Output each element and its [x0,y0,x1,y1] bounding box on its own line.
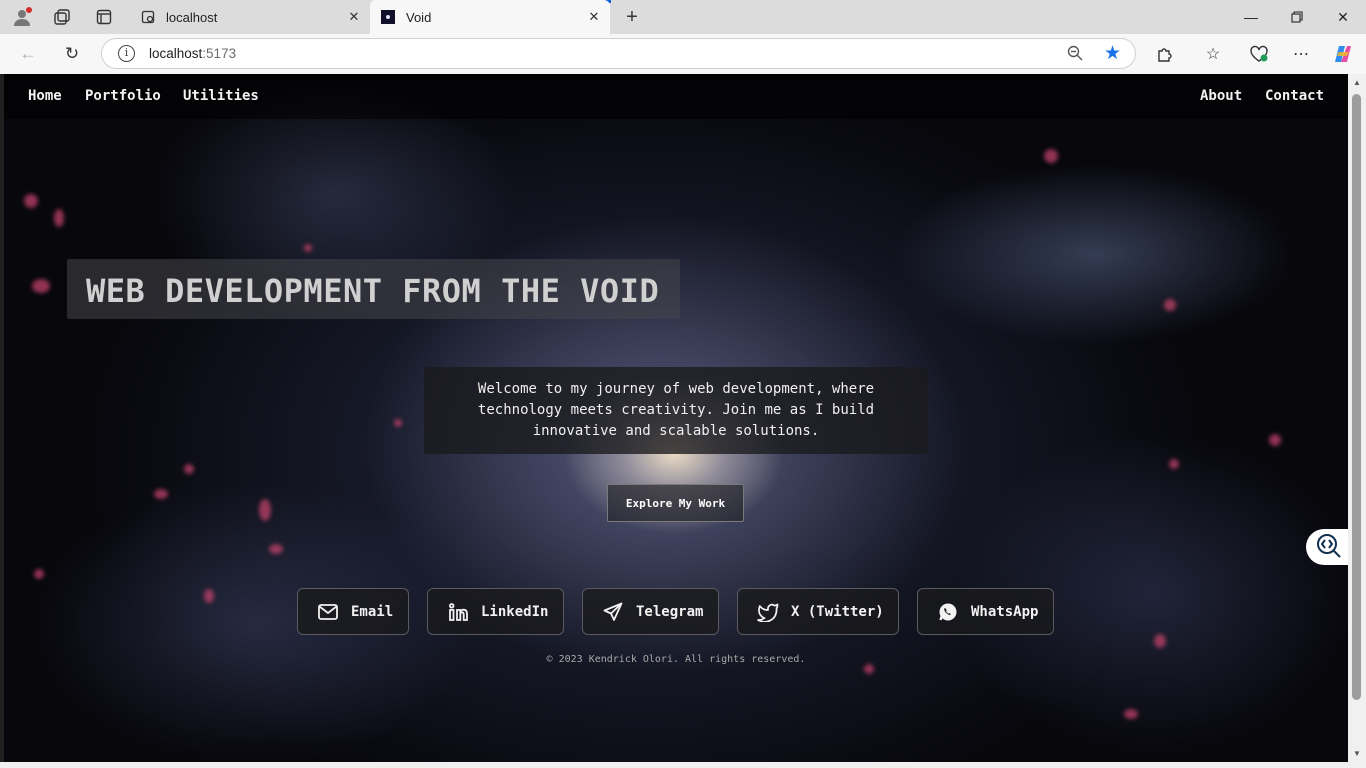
mail-icon [317,601,339,623]
nav-contact[interactable]: Contact [1265,88,1324,104]
linkedin-icon [447,601,469,623]
tab-localhost[interactable]: localhost ✕ [130,0,370,34]
browser-essentials-icon[interactable] [1246,43,1272,65]
page-viewport: Home Portfolio Utilities About Contact W… [4,74,1348,762]
visual-search-button[interactable] [1306,529,1350,565]
site-navbar: Home Portfolio Utilities About Contact [4,74,1348,119]
page-icon [140,9,156,25]
minimize-icon[interactable]: — [1236,6,1266,28]
twitter-icon [757,601,779,623]
nebula-speck [184,464,194,474]
nav-portfolio[interactable]: Portfolio [85,88,161,104]
welcome-text: Welcome to my journey of web development… [477,381,875,439]
nebula-speck [54,209,64,227]
social-label: Email [351,603,394,620]
nebula-speck [1154,634,1166,648]
favorite-star-icon[interactable]: ★ [1104,42,1121,65]
restore-icon[interactable] [1282,6,1312,28]
explore-my-work-button[interactable]: Explore My Work [607,484,744,522]
scrollbar-thumb[interactable] [1352,94,1361,700]
nebula-speck [1169,459,1179,469]
hero-title-box: WEB DEVELOPMENT FROM THE VOID [67,259,680,319]
site-info-icon[interactable]: i [118,45,135,62]
social-label: LinkedIn [481,603,549,620]
nebula-speck [34,569,44,579]
tab-void[interactable]: Void ✕ [370,0,610,34]
nebula-speck [864,664,874,674]
social-label: WhatsApp [971,603,1039,620]
hero-title: WEB DEVELOPMENT FROM THE VOID [86,272,660,310]
void-favicon [380,9,396,25]
nebula-speck [304,244,312,252]
nebula-speck [32,279,50,293]
browser-toolbar: ← ↻ i localhost:5173 ★ ☆ ⋯ [0,34,1366,74]
twitter-button[interactable]: X (Twitter) [737,588,899,635]
nebula-speck [1269,434,1281,446]
nebula-speck [269,544,283,554]
tab-bar: localhost ✕ Void ✕ + — ✕ [0,0,1366,34]
favorites-icon[interactable]: ☆ [1200,43,1226,65]
linkedin-button[interactable]: LinkedIn [427,588,564,635]
nav-about[interactable]: About [1200,88,1242,104]
nebula-speck [394,419,402,427]
tab-title: localhost [166,9,218,25]
refresh-icon[interactable]: ↻ [60,43,84,65]
email-button[interactable]: Email [297,588,409,635]
nebula-speck [24,194,38,208]
tab-title: Void [406,9,432,25]
scroll-up-icon[interactable]: ▲ [1353,78,1361,87]
copilot-icon[interactable] [1330,43,1356,65]
close-tab-icon[interactable]: ✕ [346,9,362,25]
back-icon[interactable]: ← [16,43,40,65]
telegram-icon [602,601,624,623]
visual-search-icon [1314,531,1342,564]
new-tab-icon[interactable]: + [620,5,644,29]
social-label: X (Twitter) [791,603,884,620]
telegram-button[interactable]: Telegram [582,588,719,635]
address-bar[interactable]: i localhost:5173 ★ [101,38,1136,69]
nebula-speck [259,499,271,521]
profile-icon[interactable] [10,6,34,28]
zoom-out-icon[interactable] [1067,45,1083,65]
nebula-speck [1164,299,1176,311]
scroll-down-icon[interactable]: ▼ [1353,749,1361,758]
whatsapp-icon [937,601,959,623]
copyright-text: © 2023 Kendrick Olori. All rights reserv… [546,654,806,665]
close-tab-icon[interactable]: ✕ [586,9,602,25]
collections-icon[interactable] [50,6,74,28]
whatsapp-button[interactable]: WhatsApp [917,588,1054,635]
nebula-speck [1044,149,1058,163]
more-icon[interactable]: ⋯ [1288,43,1314,65]
bottom-strip [0,762,1366,768]
url-text: localhost:5173 [149,46,237,61]
nebula-speck [154,489,168,499]
page-scrollbar[interactable]: ▲ ▼ [1348,74,1366,762]
social-label: Telegram [636,603,704,620]
nav-utilities[interactable]: Utilities [183,88,259,104]
close-icon[interactable]: ✕ [1328,6,1358,28]
nav-home[interactable]: Home [28,88,62,104]
nebula-speck [1124,709,1138,719]
tab-actions-icon[interactable] [92,6,116,28]
nebula-speck [204,589,214,603]
extensions-icon[interactable] [1152,43,1178,65]
welcome-box: Welcome to my journey of web development… [424,367,928,454]
